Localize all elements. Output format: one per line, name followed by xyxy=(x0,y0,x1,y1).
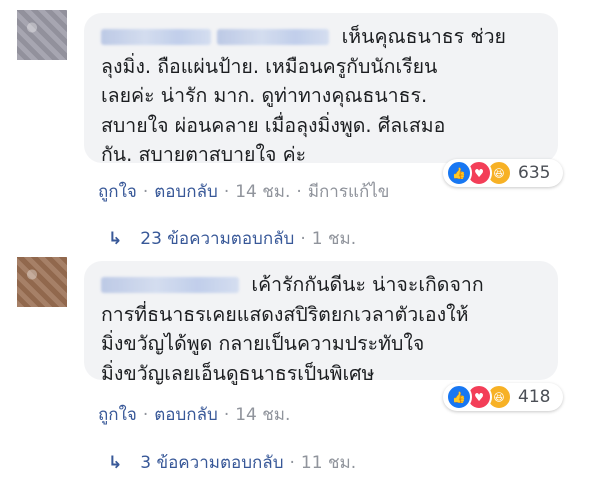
replies-timestamp: 1 ชม. xyxy=(311,229,357,249)
reaction-summary[interactable]: 👍 ♥ 😆 418 xyxy=(443,383,563,411)
separator-dot: · xyxy=(142,405,149,425)
comment-actions: ถูกใจ · ตอบกลับ · 14 ชม. xyxy=(98,401,290,428)
separator-dot: · xyxy=(296,182,302,202)
separator-dot: · xyxy=(142,182,149,202)
reaction-count: 418 xyxy=(518,387,551,407)
separator-dot: · xyxy=(289,453,295,473)
comment-timestamp[interactable]: 14 ชม. xyxy=(235,182,290,202)
comment-text: เค้ารักกันดีนะ น่าจะเกิดจาก การที่ธนาธรเ… xyxy=(101,273,484,385)
blurred-commenter-name[interactable] xyxy=(101,29,211,45)
separator-dot: · xyxy=(223,182,230,202)
comment-bubble: เห็นคุณธนาธร ช่วย ลุงมิ่ง. ถือแผ่นป้าย. … xyxy=(84,13,558,166)
replies-count-label[interactable]: 3 ข้อความตอบกลับ xyxy=(140,453,283,473)
reply-link[interactable]: ตอบกลับ xyxy=(154,182,218,202)
comment-actions: ถูกใจ · ตอบกลับ · 14 ชม. · มีการแก้ไข xyxy=(98,178,389,205)
commenter-avatar[interactable] xyxy=(17,257,67,307)
comment-bubble: เค้ารักกันดีนะ น่าจะเกิดจาก การที่ธนาธรเ… xyxy=(84,261,558,385)
blurred-commenter-name[interactable] xyxy=(217,29,330,45)
like-link[interactable]: ถูกใจ xyxy=(98,182,137,202)
separator-dot: · xyxy=(223,405,230,425)
edited-label[interactable]: มีการแก้ไข xyxy=(308,182,390,202)
replies-count-label[interactable]: 23 ข้อความตอบกลับ xyxy=(140,229,294,249)
view-replies-link[interactable]: ↳ 23 ข้อความตอบกลับ · 1 ชม. xyxy=(108,225,356,252)
reply-arrow-icon: ↳ xyxy=(108,453,123,473)
reply-link[interactable]: ตอบกลับ xyxy=(154,405,218,425)
replies-timestamp: 11 ชม. xyxy=(300,453,357,473)
like-icon: 👍 xyxy=(446,160,472,186)
like-link[interactable]: ถูกใจ xyxy=(98,405,137,425)
reaction-count: 635 xyxy=(518,163,551,183)
like-icon: 👍 xyxy=(446,384,472,410)
comment-timestamp[interactable]: 14 ชม. xyxy=(235,405,290,425)
reply-arrow-icon: ↳ xyxy=(108,229,123,249)
blurred-commenter-name[interactable] xyxy=(101,277,239,293)
commenter-avatar[interactable] xyxy=(17,10,67,60)
separator-dot: · xyxy=(300,229,306,249)
reaction-summary[interactable]: 👍 ♥ 😆 635 xyxy=(443,159,563,187)
view-replies-link[interactable]: ↳ 3 ข้อความตอบกลับ · 11 ชม. xyxy=(108,449,356,476)
comment-text: เห็นคุณธนาธร ช่วย ลุงมิ่ง. ถือแผ่นป้าย. … xyxy=(101,25,506,166)
